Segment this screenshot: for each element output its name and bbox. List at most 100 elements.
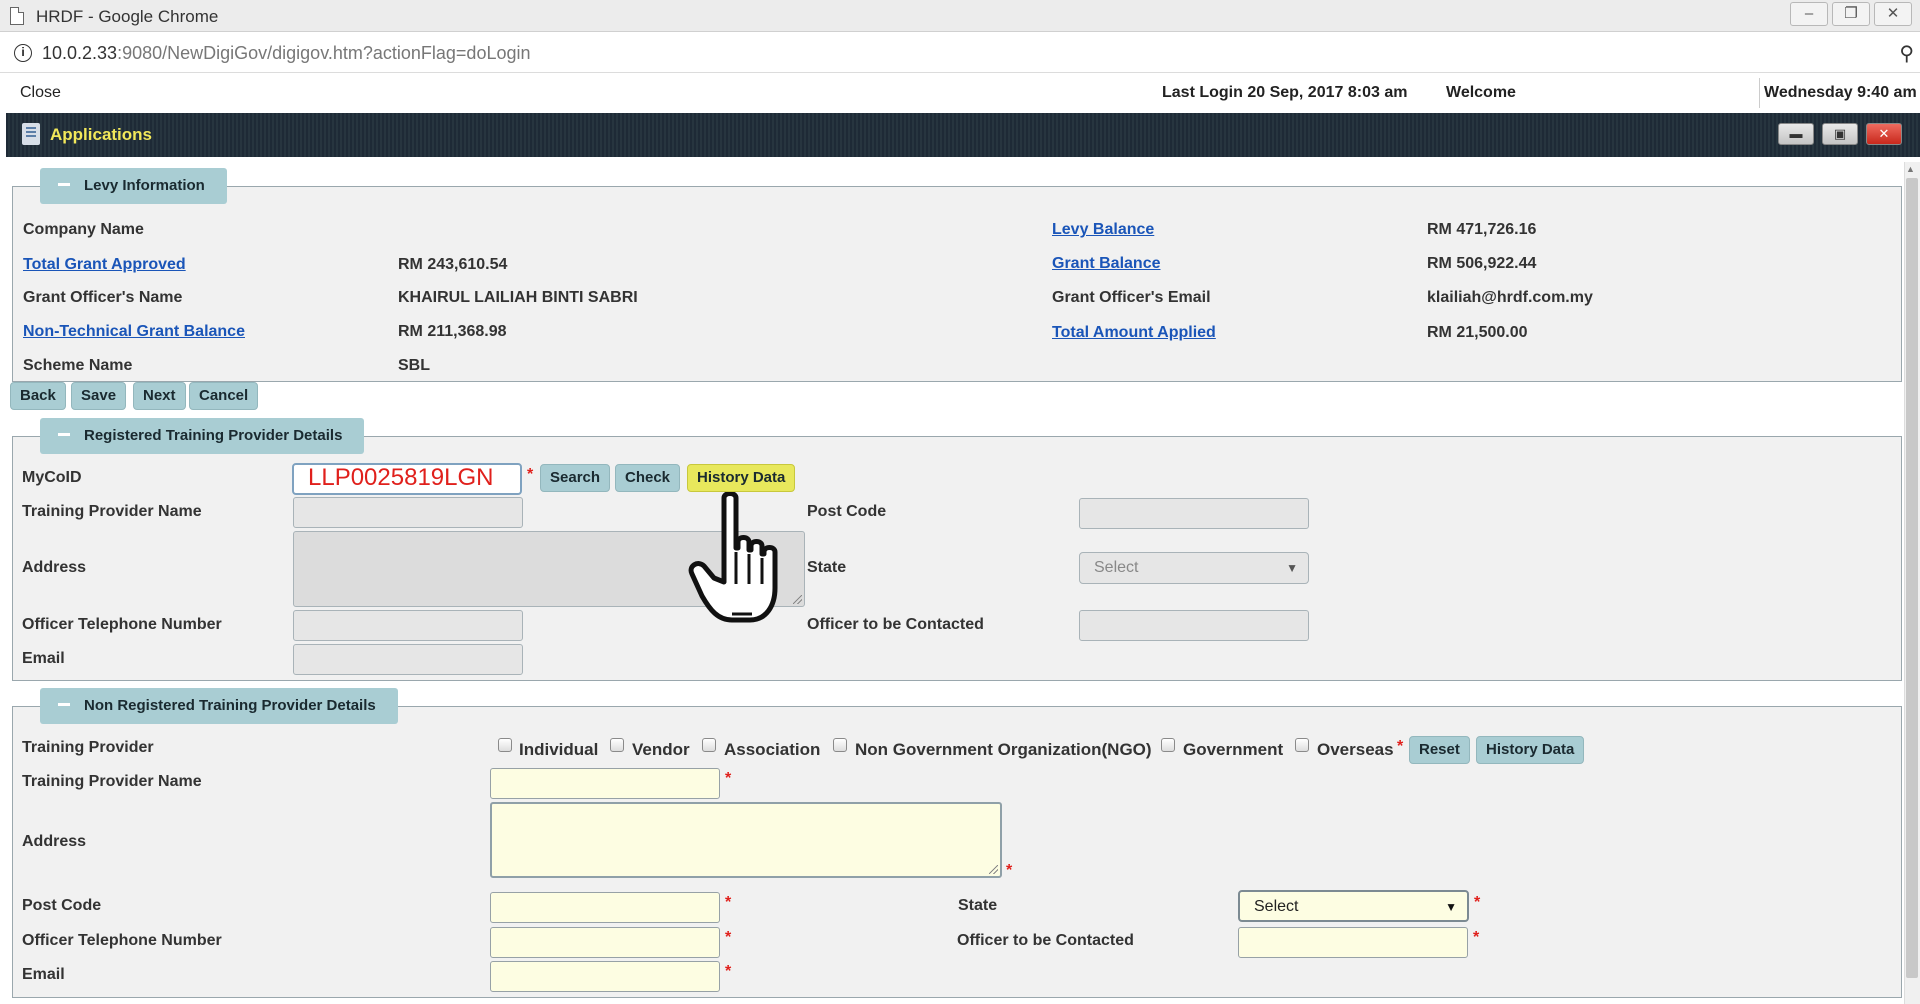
email-label: Email [22, 650, 65, 667]
required-mark: * [527, 466, 534, 483]
provider-name-input[interactable] [293, 497, 523, 528]
datetime-text: Wednesday 9:40 am [1764, 84, 1917, 101]
total-amount-applied-value: RM 21,500.00 [1427, 324, 1528, 341]
individual-label: Individual [519, 740, 599, 759]
cancel-button[interactable]: Cancel [189, 382, 259, 410]
nr-address-textarea[interactable] [490, 802, 1002, 878]
panel-maximize-button[interactable]: ▣ [1822, 123, 1858, 145]
company-name-label: Company Name [23, 221, 144, 238]
officer-contact-label: Officer to be Contacted [807, 616, 984, 633]
officer-contact-input[interactable] [1079, 610, 1309, 641]
nr-provider-name-label: Training Provider Name [22, 773, 202, 790]
nr-post-code-input[interactable] [490, 892, 720, 923]
collapse-icon [58, 433, 70, 437]
nr-officer-contact-input[interactable] [1238, 927, 1468, 958]
applications-title: Applications [50, 125, 153, 144]
scrollbar-thumb[interactable] [1906, 178, 1918, 978]
reset-button[interactable]: Reset [1409, 736, 1470, 764]
non-registered-history-data-button[interactable]: History Data [1476, 736, 1585, 764]
grant-balance-link[interactable]: Grant Balance [1052, 255, 1160, 273]
info-icon[interactable]: i [14, 44, 32, 62]
close-link[interactable]: Close [20, 84, 61, 102]
save-button[interactable]: Save [71, 382, 127, 410]
nr-state-select[interactable]: Select ▼ [1238, 890, 1469, 922]
grant-officer-name-label: Grant Officer's Name [23, 289, 183, 306]
individual-checkbox[interactable] [498, 738, 512, 752]
nr-officer-phone-label: Officer Telephone Number [22, 932, 222, 949]
grant-balance-value: RM 506,922.44 [1427, 255, 1537, 272]
window-titlebar: HRDF - Google Chrome – ❐ ✕ [0, 0, 1920, 32]
panel-close-button[interactable]: ✕ [1866, 123, 1902, 145]
history-data-button[interactable]: History Data [687, 464, 796, 492]
nr-provider-name-input[interactable] [490, 768, 720, 799]
grant-officer-email-label: Grant Officer's Email [1052, 289, 1211, 306]
association-checkbox[interactable] [702, 738, 716, 752]
ngo-checkbox[interactable] [833, 738, 847, 752]
back-button[interactable]: Back [10, 382, 66, 410]
minimize-window-button[interactable]: – [1790, 2, 1828, 26]
grant-officer-name-value: KHAIRUL LAILIAH BINTI SABRI [398, 289, 638, 306]
total-grant-approved-value: RM 243,610.54 [398, 256, 508, 273]
total-grant-approved-link[interactable]: Total Grant Approved [23, 256, 186, 274]
required-mark: * [725, 929, 732, 946]
required-mark: * [1006, 862, 1013, 879]
resize-handle[interactable] [793, 595, 802, 604]
vendor-checkbox[interactable] [610, 738, 624, 752]
nr-officer-phone-input[interactable] [490, 927, 720, 958]
government-checkbox[interactable] [1161, 738, 1175, 752]
required-mark: * [725, 894, 732, 911]
next-button[interactable]: Next [133, 382, 186, 410]
association-label: Association [724, 740, 821, 759]
close-window-button[interactable]: ✕ [1874, 2, 1912, 26]
window-title: HRDF - Google Chrome [36, 7, 219, 26]
collapse-icon [58, 183, 70, 187]
address-bar: i 10.0.2.33:9080/NewDigiGov/digigov.htm?… [0, 33, 1920, 73]
document-icon [10, 7, 24, 25]
panel-controls: ▬ ▣ ✕ [1778, 123, 1902, 145]
total-amount-applied-link[interactable]: Total Amount Applied [1052, 324, 1216, 342]
search-button[interactable]: Search [540, 464, 611, 492]
mycoid-label: MyCoID [22, 469, 82, 486]
non-technical-grant-balance-value: RM 211,368.98 [398, 323, 507, 340]
required-mark: * [1397, 738, 1404, 755]
scheme-name-value: SBL [398, 357, 430, 374]
officer-phone-label: Officer Telephone Number [22, 616, 222, 633]
government-label: Government [1183, 740, 1284, 759]
officer-phone-input[interactable] [293, 610, 523, 641]
non-registered-provider-legend[interactable]: Non Registered Training Provider Details [40, 688, 398, 724]
non-registered-legend-text: Non Registered Training Provider Details [84, 697, 376, 714]
nr-state-select-value: Select [1254, 898, 1299, 915]
app-topbar: Close Last Login 20 Sep, 2017 8:03 am We… [0, 74, 1920, 112]
window-controls: – ❐ ✕ [1790, 2, 1912, 26]
scroll-up-arrow[interactable]: ▲ [1906, 164, 1915, 174]
collapse-icon [58, 703, 70, 707]
key-icon[interactable]: ⚲ [1899, 41, 1914, 66]
restore-window-button[interactable]: ❐ [1832, 2, 1870, 26]
email-input[interactable] [293, 644, 523, 675]
applications-header: Applications ▬ ▣ ✕ [6, 113, 1920, 157]
scheme-name-label: Scheme Name [23, 357, 133, 374]
divider [1759, 78, 1760, 108]
welcome-text: Welcome [1446, 84, 1516, 101]
grant-officer-email-value: klailiah@hrdf.com.my [1427, 289, 1593, 306]
panel-minimize-button[interactable]: ▬ [1778, 123, 1814, 145]
state-select[interactable]: Select ▼ [1079, 552, 1309, 584]
url-field[interactable]: 10.0.2.33:9080/NewDigiGov/digigov.htm?ac… [42, 43, 531, 64]
required-mark: * [1474, 894, 1481, 911]
post-code-input[interactable] [1079, 498, 1309, 529]
registered-provider-legend[interactable]: Registered Training Provider Details [40, 418, 365, 454]
ngo-label: Non Government Organization(NGO) [855, 740, 1152, 759]
check-button[interactable]: Check [615, 464, 681, 492]
nr-state-label: State [958, 897, 998, 914]
overseas-checkbox[interactable] [1295, 738, 1309, 752]
levy-balance-link[interactable]: Levy Balance [1052, 221, 1154, 239]
levy-information-legend[interactable]: Levy Information [40, 168, 227, 204]
nr-email-input[interactable] [490, 961, 720, 992]
url-host: 10.0.2.33 [42, 43, 118, 63]
last-login-text: Last Login 20 Sep, 2017 8:03 am [1162, 84, 1408, 101]
provider-name-label: Training Provider Name [22, 503, 202, 520]
applications-icon [22, 123, 40, 145]
resize-handle[interactable] [989, 865, 998, 874]
mycoid-input[interactable]: LLP0025819LGN [292, 463, 522, 495]
non-technical-grant-balance-link[interactable]: Non-Technical Grant Balance [23, 323, 245, 341]
